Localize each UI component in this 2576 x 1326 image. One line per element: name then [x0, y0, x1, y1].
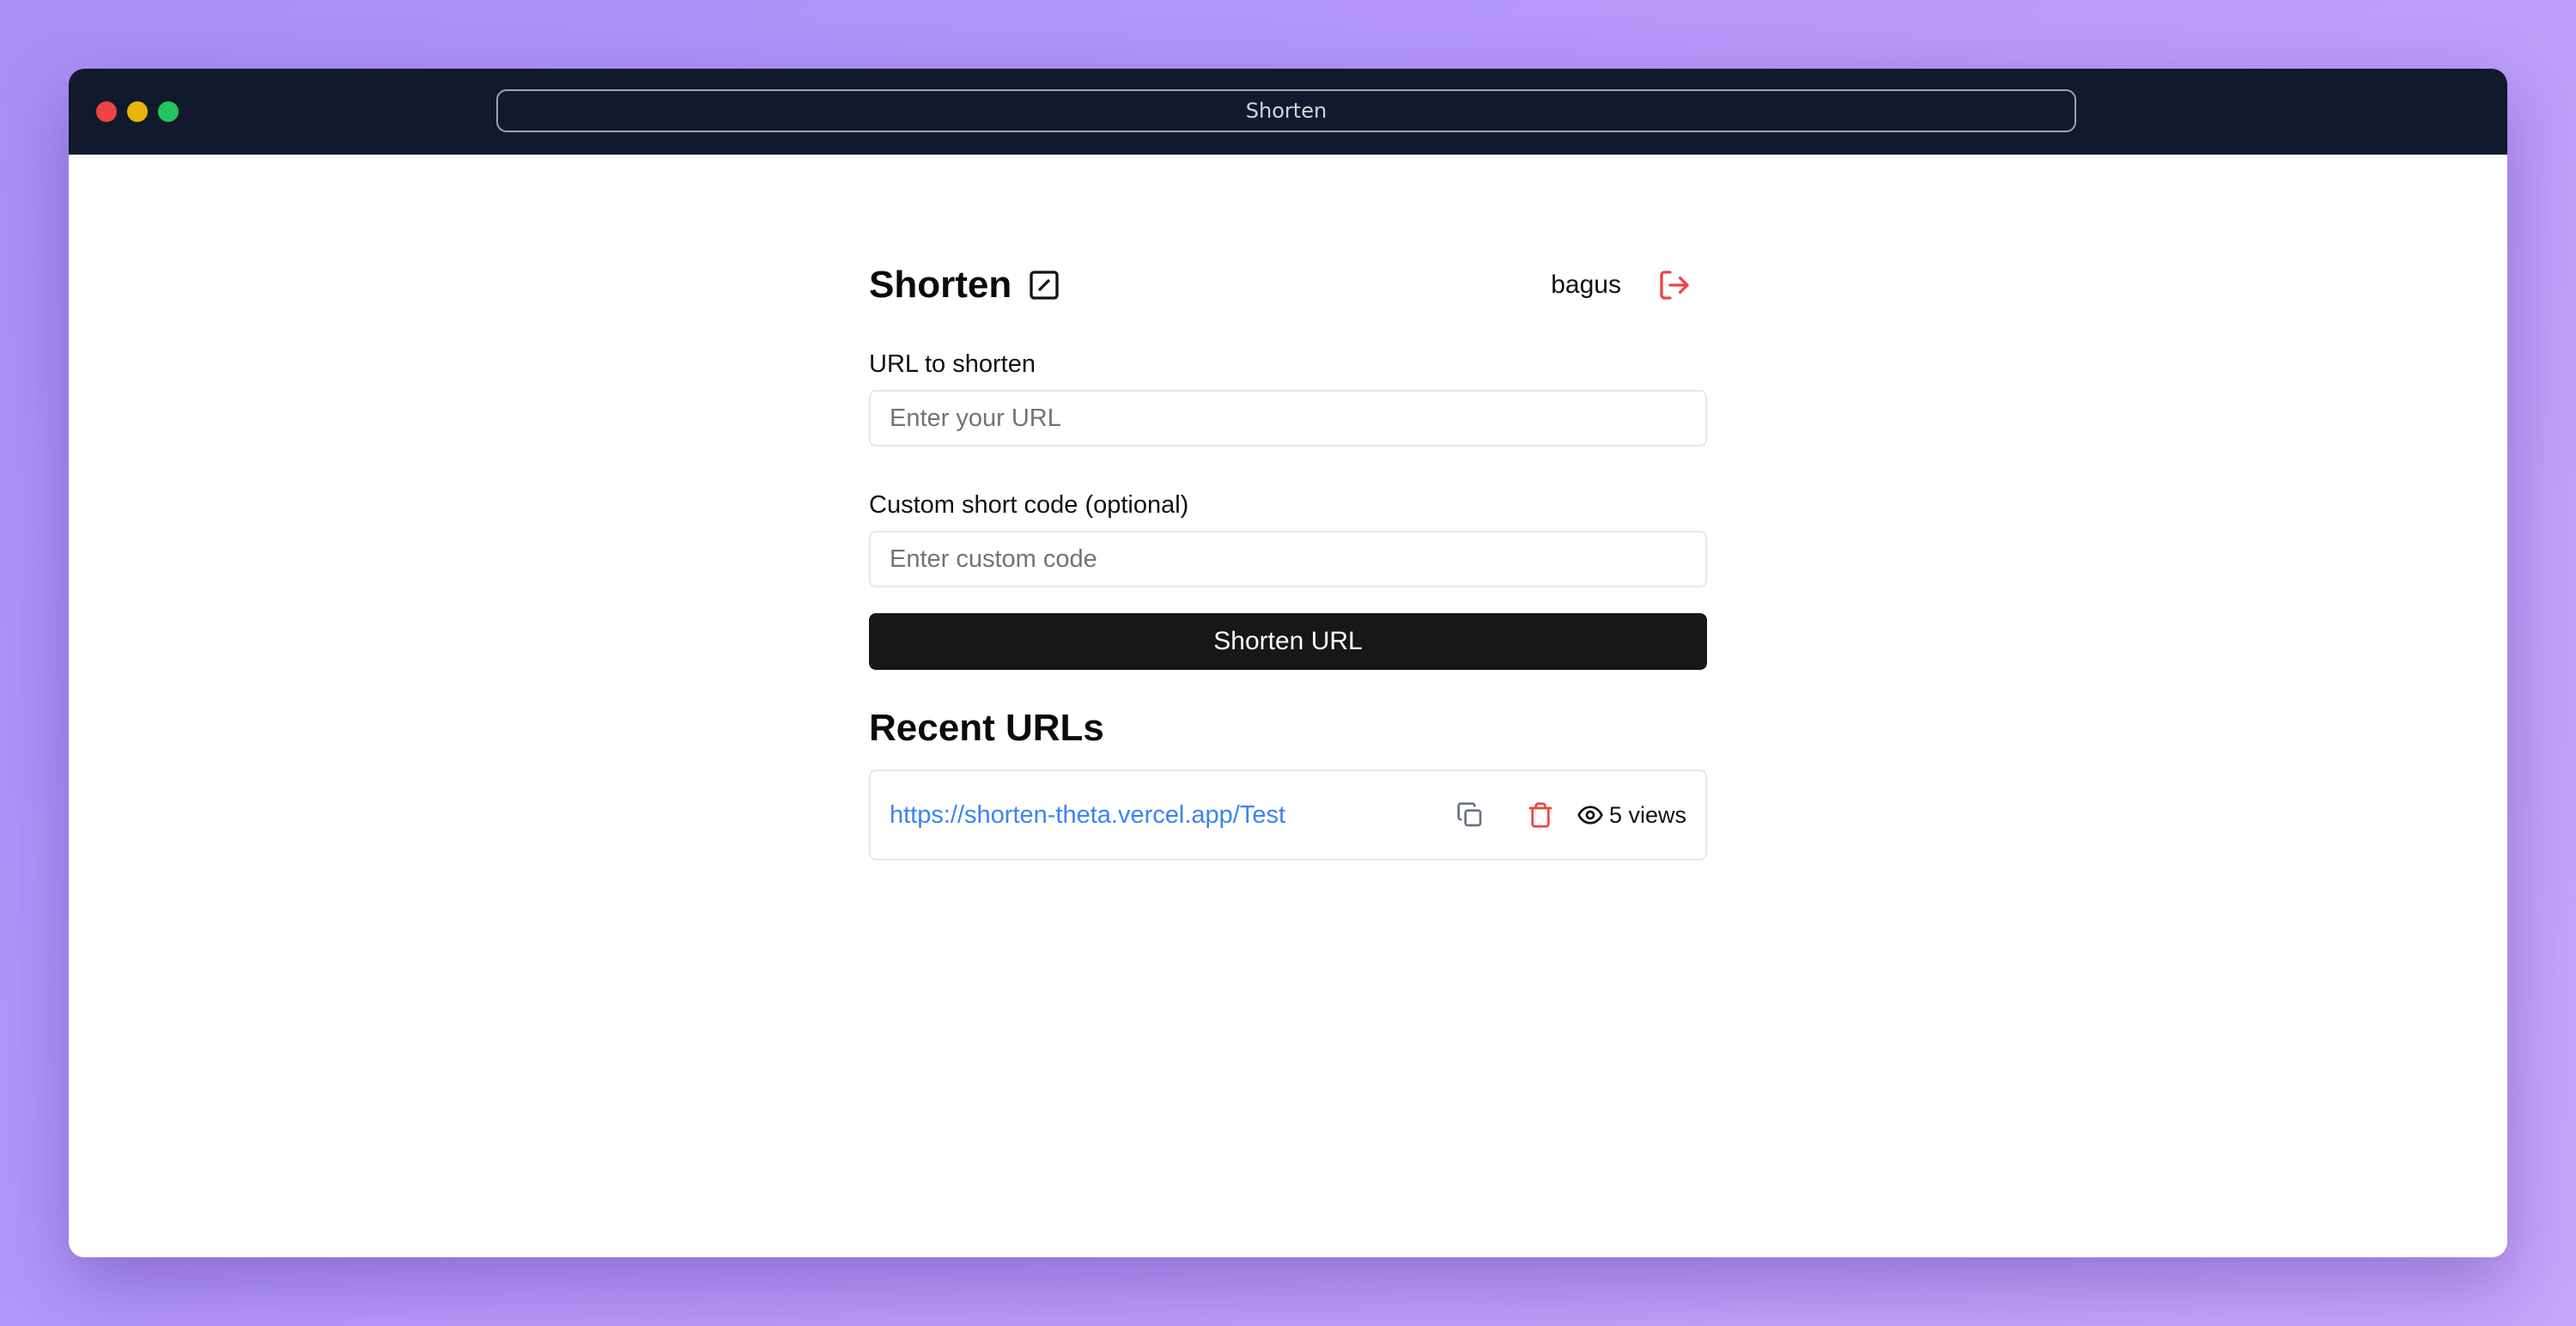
view-count: 5 views: [1577, 801, 1686, 829]
trash-icon: [1528, 802, 1552, 828]
shorten-url-button[interactable]: Shorten URL: [869, 613, 1707, 670]
brand-title: Shorten: [869, 264, 1012, 306]
recent-urls-list: https://shorten-theta.vercel.app/Test 5 …: [869, 769, 1707, 861]
copy-icon: [1457, 802, 1482, 827]
list-item: https://shorten-theta.vercel.app/Test 5 …: [869, 769, 1707, 861]
copy-button[interactable]: [1451, 796, 1489, 834]
user-area: bagus: [1551, 266, 1707, 304]
delete-button[interactable]: [1522, 796, 1559, 834]
square-pen-icon: [1027, 268, 1061, 302]
log-out-icon: [1660, 271, 1689, 300]
main-content: Shorten bagus URL to shorten Enter your …: [869, 240, 1707, 861]
recent-urls-title: Recent URLs: [869, 707, 1104, 749]
maximize-window-button[interactable]: [158, 101, 179, 122]
logout-button[interactable]: [1656, 266, 1693, 304]
eye-icon: [1577, 801, 1604, 829]
minimize-window-button[interactable]: [127, 101, 148, 122]
browser-window: Shorten Shorten bagus URL to shorten Ent…: [69, 69, 2507, 1257]
custom-code-input[interactable]: [869, 531, 1707, 587]
username: bagus: [1551, 271, 1621, 299]
window-titlebar: Shorten: [69, 69, 2507, 155]
window-title: Shorten: [1245, 99, 1327, 123]
custom-code-label: Custom short code (optional): [869, 491, 1189, 519]
app-header: Shorten bagus: [869, 240, 1707, 330]
url-label: URL to shorten: [869, 350, 1036, 378]
view-count-text: 5 views: [1608, 801, 1686, 828]
url-input[interactable]: [869, 390, 1707, 447]
brand: Shorten: [869, 264, 1061, 307]
address-bar[interactable]: Shorten: [496, 89, 2076, 132]
close-window-button[interactable]: [96, 101, 117, 122]
short-url-link[interactable]: https://shorten-theta.vercel.app/Test: [890, 801, 1451, 830]
